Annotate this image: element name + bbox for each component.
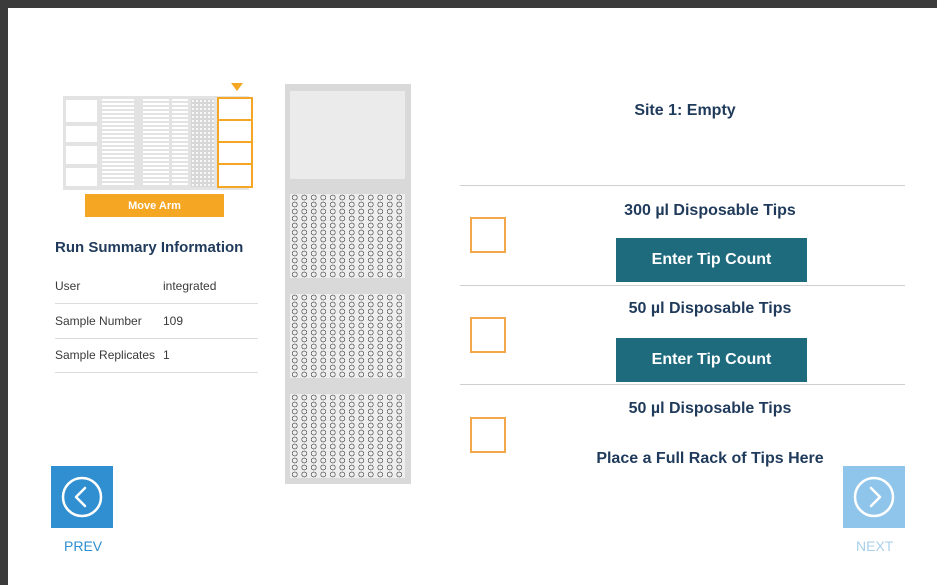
tip-position-3-label: 50 µl Disposable Tips — [628, 400, 792, 417]
deck-tip-site[interactable] — [217, 119, 253, 143]
place-rack-instruction: Place a Full Rack of Tips Here — [596, 450, 824, 467]
enter-tip-count-button[interactable]: Enter Tip Count — [616, 338, 807, 382]
tip-site-column — [285, 84, 411, 484]
chevron-left-circle-icon — [61, 476, 103, 518]
empty-site — [290, 91, 405, 179]
run-summary-title: Run Summary Information — [55, 239, 244, 256]
summary-key: User — [55, 279, 81, 293]
tip-position-1-checkbox[interactable] — [470, 217, 506, 253]
summary-value: 109 — [163, 314, 184, 328]
site-title: Site 1: Empty — [634, 102, 736, 119]
next-label[interactable]: NEXT — [856, 538, 893, 554]
deck-reagent-area — [143, 99, 169, 187]
summary-row-sample-replicates: Sample Replicates 1 — [55, 338, 258, 373]
deck-slot — [66, 126, 97, 142]
deck-map[interactable] — [55, 83, 255, 190]
deck-plate-area — [191, 99, 214, 187]
prev-label[interactable]: PREV — [64, 538, 102, 554]
enter-tip-count-button[interactable]: Enter Tip Count — [616, 238, 807, 282]
tip-rack-300ul — [290, 194, 405, 278]
deck-tip-site-selected[interactable] — [217, 97, 253, 121]
tip-rack-50ul — [290, 394, 405, 478]
deck-tip-site[interactable] — [217, 163, 253, 188]
summary-row-user: User integrated — [55, 269, 258, 304]
deck-slot — [66, 146, 97, 164]
tip-rack-50ul — [290, 294, 405, 378]
deck-slot — [66, 168, 97, 186]
next-button[interactable] — [843, 466, 905, 528]
chevron-right-circle-icon — [853, 476, 895, 518]
summary-row-sample-number: Sample Number 109 — [55, 304, 258, 339]
summary-value: 1 — [163, 348, 170, 362]
deck-reagent-area — [172, 99, 188, 187]
summary-key: Sample Replicates — [55, 348, 156, 362]
tip-position-2-label: 50 µl Disposable Tips — [628, 300, 792, 317]
deck-tip-site[interactable] — [217, 141, 253, 165]
tip-position-3-checkbox[interactable] — [470, 417, 506, 453]
move-arm-button[interactable]: Move Arm — [85, 194, 224, 217]
deck-slot — [66, 100, 97, 122]
divider — [460, 185, 905, 186]
triangle-down-icon — [231, 83, 243, 91]
tip-position-1-label: 300 µl Disposable Tips — [624, 202, 796, 219]
summary-value: integrated — [163, 279, 217, 293]
tip-position-2-checkbox[interactable] — [470, 317, 506, 353]
divider — [460, 285, 905, 286]
deck-reagent-area — [102, 99, 134, 187]
prev-button[interactable] — [51, 466, 113, 528]
divider — [460, 384, 905, 385]
summary-key: Sample Number — [55, 314, 142, 328]
